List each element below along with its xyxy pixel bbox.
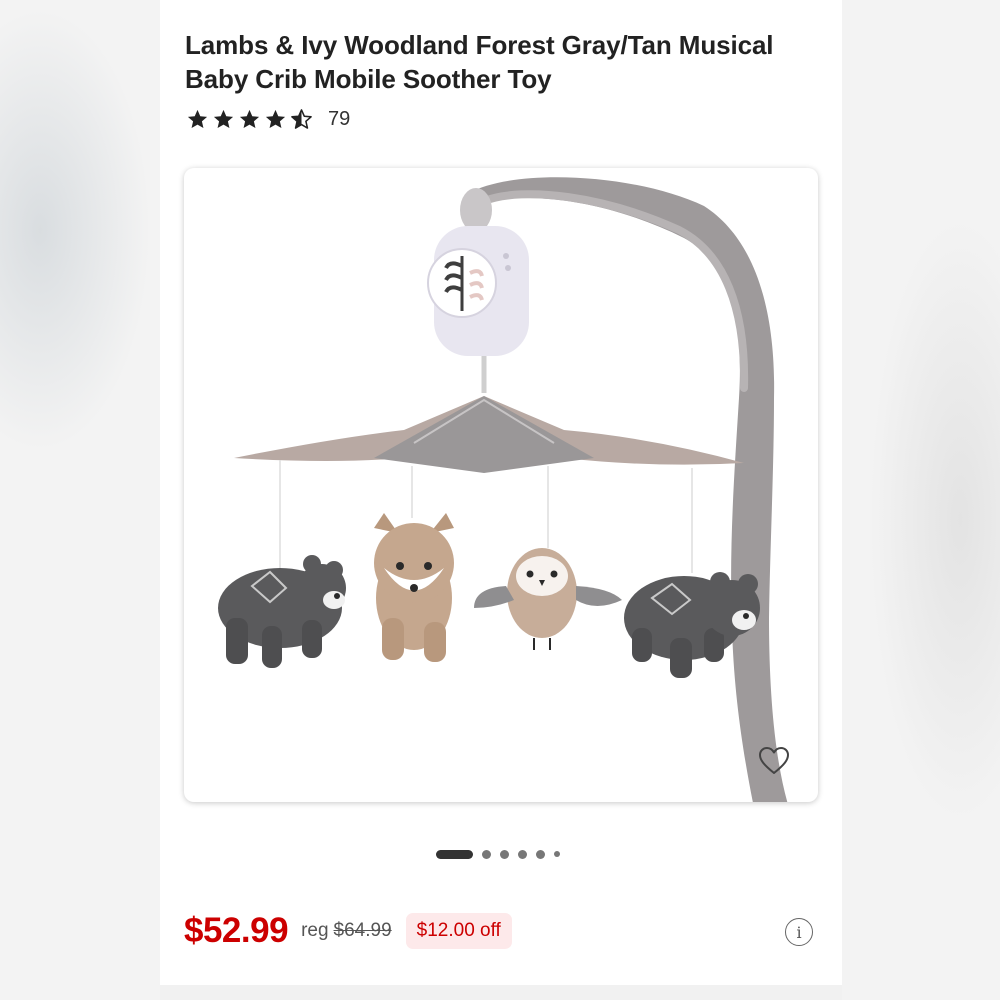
- favorite-button[interactable]: [758, 746, 790, 776]
- regular-price: $64.99: [333, 920, 392, 941]
- carousel-dot-active[interactable]: [436, 849, 473, 859]
- carousel-dot[interactable]: [554, 851, 560, 857]
- product-image-card[interactable]: [184, 168, 818, 802]
- star-full-icon: [213, 109, 234, 128]
- rating-count: 79: [328, 107, 351, 130]
- star-half-icon: [291, 108, 312, 129]
- product-title: Lambs & Ivy Woodland Forest Gray/Tan Mus…: [185, 30, 774, 94]
- star-full-icon: [187, 109, 208, 128]
- rating-summary[interactable]: 79: [186, 106, 350, 132]
- current-price: $52.99: [184, 911, 289, 950]
- info-icon: i: [796, 922, 802, 942]
- regular-price-label: reg: [301, 920, 329, 941]
- product-photo: [218, 177, 788, 802]
- bottom-divider: [160, 985, 842, 1000]
- savings-badge: $12.00 off: [405, 913, 512, 949]
- price-info-button[interactable]: i: [785, 918, 813, 946]
- image-carousel-dots[interactable]: [436, 848, 560, 860]
- star-full-icon: [239, 109, 260, 128]
- star-full-icon: [265, 109, 286, 128]
- price-row: $52.99 reg $64.99 $12.00 off: [184, 906, 512, 956]
- carousel-dot[interactable]: [500, 849, 509, 859]
- heart-outline-icon: [759, 747, 789, 774]
- carousel-dot[interactable]: [536, 849, 545, 859]
- carousel-dot[interactable]: [482, 849, 491, 859]
- carousel-dot[interactable]: [518, 849, 527, 859]
